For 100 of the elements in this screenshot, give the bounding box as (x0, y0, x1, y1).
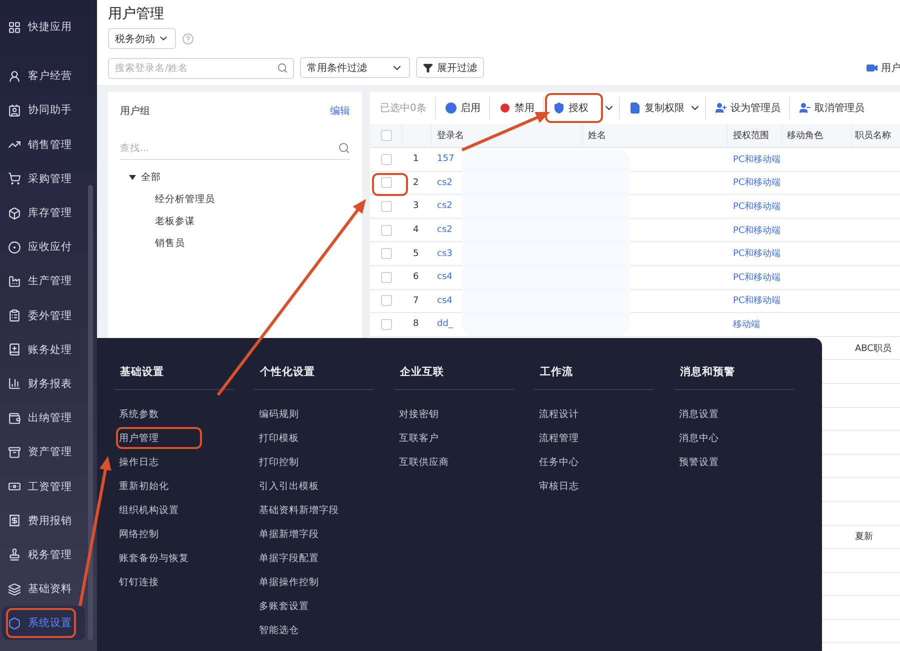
menu-item[interactable]: 单据新增字段 (248, 522, 319, 546)
table-cell[interactable]: cs2 (437, 225, 452, 236)
sidebar-item[interactable]: 工资管理 (2, 469, 85, 504)
table-cell[interactable]: cs3 (437, 248, 452, 259)
menu-item[interactable]: 组织机构设置 (108, 498, 179, 522)
checkbox[interactable] (380, 130, 392, 141)
menu-item[interactable]: 系统参数 (108, 402, 159, 426)
table-cell-text: PC和移动端 (733, 248, 781, 260)
table-cell[interactable]: 157 (437, 154, 454, 164)
table-cell-text: PC和移动端 (733, 272, 781, 284)
tree-item[interactable]: 老板参谋 (120, 210, 195, 232)
checkbox[interactable] (381, 318, 392, 330)
table-cell[interactable]: cs2 (437, 201, 452, 212)
sidebar-item[interactable]: 财务报表 (2, 366, 85, 402)
sidebar-item[interactable]: 账务处理 (2, 332, 85, 367)
menu-item[interactable]: 重新初始化 (108, 474, 169, 498)
cart-icon (8, 172, 21, 186)
page-title: 用户管理 (108, 5, 165, 23)
toolbar-button[interactable]: 取消管理员 (789, 97, 874, 119)
menu-item[interactable]: 账套备份与恢复 (108, 546, 189, 570)
menu-item[interactable]: 基础资料新增字段 (248, 498, 339, 522)
menu-item[interactable]: 钉钉连接 (108, 570, 159, 594)
menu-item[interactable]: 打印模板 (248, 426, 299, 450)
sidebar-item[interactable]: 协同助手 (2, 93, 85, 128)
checkbox[interactable] (381, 272, 392, 283)
tree-item[interactable]: 全部 (120, 166, 161, 188)
menu-item[interactable]: 消息设置 (668, 402, 719, 426)
table-cell[interactable]: cs2 (437, 178, 452, 188)
table-cell[interactable]: dd_ (437, 319, 453, 330)
checkbox[interactable] (381, 154, 392, 165)
menu-item[interactable]: 审核日志 (528, 474, 579, 498)
search-icon (338, 142, 350, 154)
help-icon[interactable] (182, 32, 194, 44)
book-icon (8, 343, 21, 356)
menu-item[interactable]: 编码规则 (248, 402, 299, 426)
account-dropdown[interactable]: 税务勿动 (108, 28, 176, 49)
tree-item[interactable]: 销售员 (120, 232, 185, 254)
column-header: 登录名 (437, 130, 464, 142)
table-cell: 7 (413, 296, 419, 306)
sidebar-item[interactable]: 采购管理 (2, 162, 85, 196)
table-cell[interactable]: cs4 (437, 296, 452, 306)
toolbar-button[interactable]: 设为管理员 (705, 97, 790, 119)
column-header: 姓名 (588, 130, 606, 142)
menu-heading: 消息和预警 (679, 365, 735, 380)
checkbox[interactable] (381, 177, 392, 188)
menu-item[interactable]: 任务中心 (528, 450, 579, 474)
menu-item[interactable]: 对接密钥 (388, 402, 439, 426)
sidebar-item[interactable]: 库存管理 (2, 196, 85, 230)
sidebar-item[interactable]: 税务管理 (2, 538, 85, 572)
sidebar-item[interactable]: 快捷应用 (2, 10, 85, 44)
toolbar-button[interactable]: 启用 (435, 97, 490, 119)
sidebar-item[interactable]: 资产管理 (2, 435, 85, 470)
table-cell: 5 (413, 248, 419, 259)
menu-item[interactable]: 智能选仓 (248, 618, 299, 642)
sidebar-item[interactable]: 客户经营 (2, 59, 85, 94)
menu-item[interactable]: 网络控制 (108, 522, 159, 546)
menu-item[interactable]: 流程管理 (528, 426, 579, 450)
sidebar-item[interactable]: 基础资料 (2, 572, 85, 606)
sidebar-item[interactable]: 销售管理 (2, 128, 85, 162)
menu-item[interactable]: 互联供应商 (388, 450, 449, 474)
checkbox[interactable] (381, 248, 392, 260)
menu-item[interactable]: 多账套设置 (248, 594, 309, 618)
checkbox[interactable] (381, 200, 392, 212)
filter-dropdown[interactable]: 常用条件过滤 (300, 57, 410, 78)
contact-icon (8, 104, 21, 117)
toolbar-button[interactable]: 复制权限 (619, 97, 694, 119)
panel-title: 用户组 (120, 104, 150, 118)
table-cell-text: PC和移动端 (733, 294, 781, 308)
sidebar-item[interactable]: 费用报销 (2, 504, 85, 538)
menu-heading: 企业互联 (399, 365, 444, 380)
search-field[interactable]: 搜索登录名/姓名 (108, 58, 294, 79)
search-icon (277, 62, 288, 73)
menu-item[interactable]: 打印控制 (248, 450, 299, 474)
menu-item[interactable]: 单据字段配置 (248, 546, 319, 570)
table-cell: 1 (413, 154, 419, 164)
sidebar-item[interactable]: 生产管理 (2, 264, 85, 298)
caret-icon[interactable] (129, 174, 136, 180)
table-cell[interactable]: cs4 (437, 272, 452, 282)
checkbox[interactable] (381, 224, 392, 236)
menu-item[interactable]: 操作日志 (108, 450, 159, 474)
menu-item[interactable]: 流程设计 (528, 402, 579, 426)
clipboard-icon (8, 309, 21, 322)
sidebar-item[interactable]: 出纳管理 (2, 401, 85, 436)
help-link[interactable]: 用户 (866, 60, 900, 74)
checkbox[interactable] (381, 295, 392, 306)
menu-item[interactable]: 引入引出模板 (248, 474, 319, 498)
menu-item[interactable]: 消息中心 (668, 426, 719, 450)
factory-icon (8, 274, 21, 288)
wallet-icon (8, 412, 21, 425)
expand-filter-button[interactable]: 展开过滤 (416, 57, 484, 78)
menu-item[interactable]: 预警设置 (668, 450, 719, 474)
menu-item[interactable]: 单据操作控制 (248, 570, 319, 594)
column-header: 移动角色 (787, 130, 823, 142)
tree-item[interactable]: 经分析管理员 (120, 188, 215, 210)
sidebar-item[interactable]: 委外管理 (2, 298, 85, 333)
column-header: 授权范围 (733, 130, 769, 142)
sidebar-item[interactable]: 应收应付 (2, 230, 85, 264)
menu-item[interactable]: 用户管理 (108, 426, 159, 450)
menu-item[interactable]: 互联客户 (388, 426, 439, 450)
edit-link[interactable]: 编辑 (330, 104, 350, 118)
